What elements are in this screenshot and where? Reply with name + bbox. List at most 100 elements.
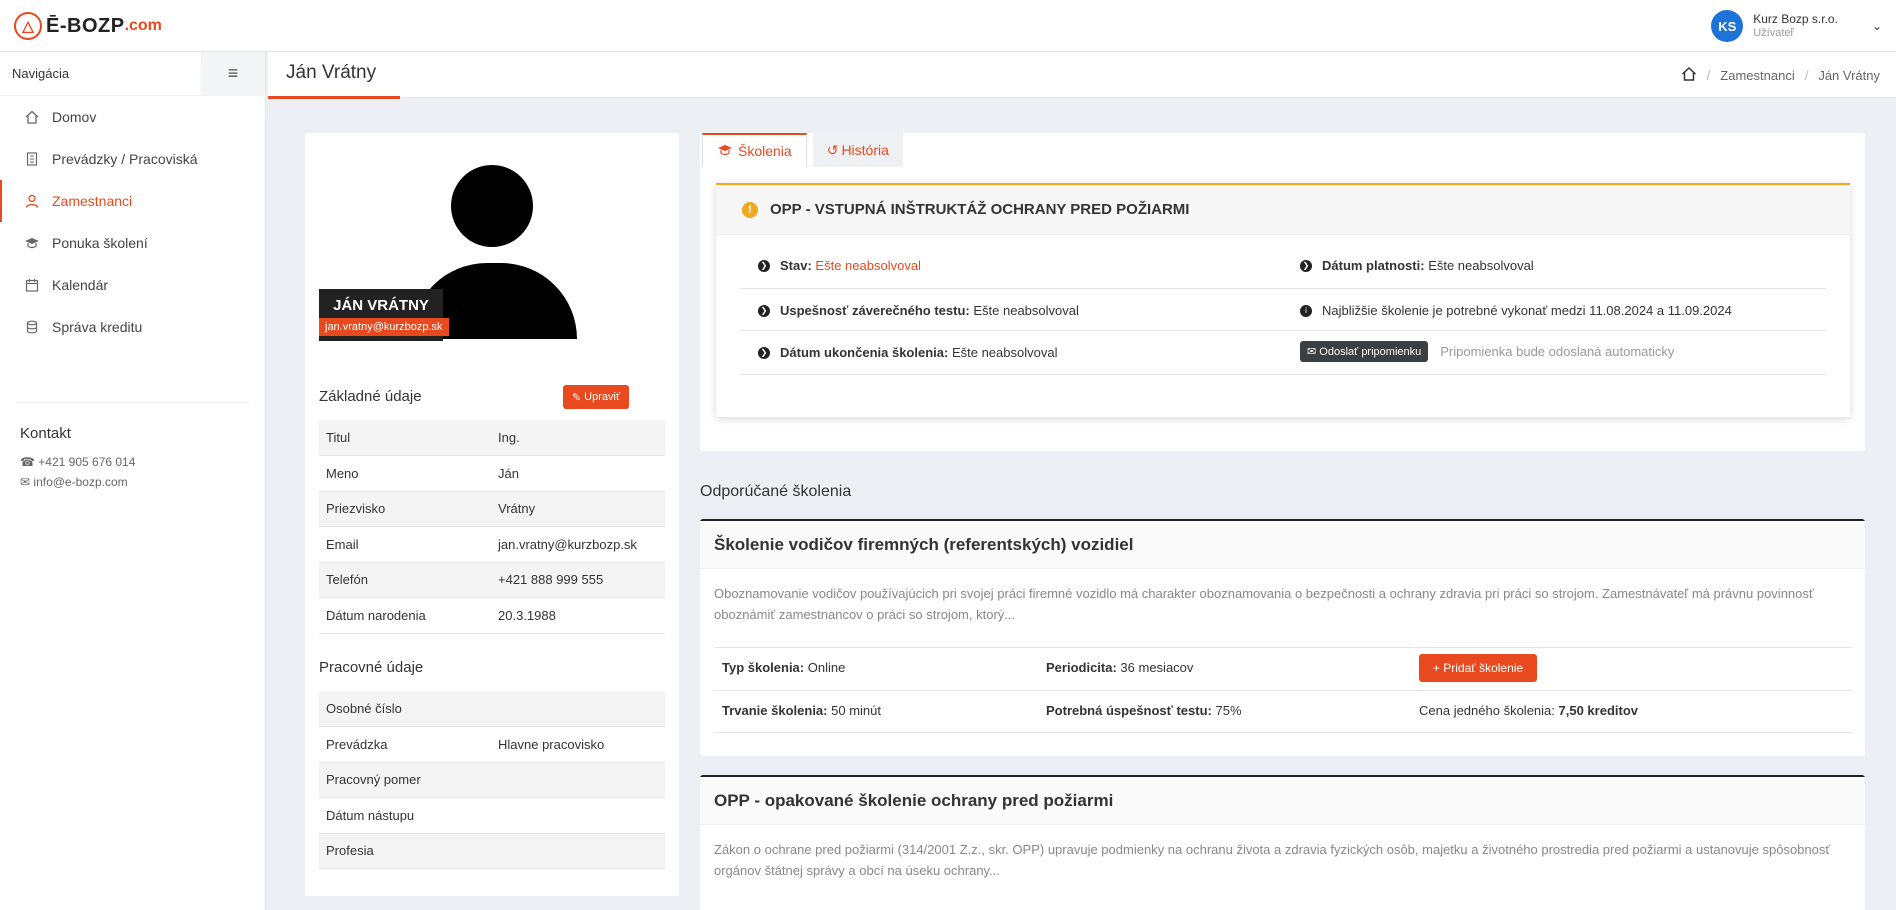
add-training-button[interactable]: + Pridať školenie: [1419, 654, 1537, 682]
field-label: Priezvisko: [319, 491, 491, 527]
work-info-title: Pracovné údaje: [319, 659, 424, 676]
name-badge: JÁN VRÁTNY jan.vratny@kurzbozp.sk: [319, 289, 449, 341]
graduation-cap-icon: [24, 235, 40, 251]
reminder-note: Pripomienka bude odoslaná automaticky: [1440, 344, 1675, 359]
sidebar-item-label: Kalendár: [52, 277, 109, 293]
logo-text: Ē-BOZP: [46, 14, 125, 37]
sidebar-item-kredit[interactable]: Správa kreditu: [0, 306, 265, 348]
chevron-right-icon: ❯: [758, 346, 770, 359]
user-name: Kurz Bozp s.r.o.: [1753, 12, 1838, 26]
field-value: [491, 797, 665, 834]
next-training-info: Najbližšie školenie je potrebné vykonať …: [1322, 303, 1732, 318]
opp-row: ❯ Dátum ukončenia školenia: Ešte neabsol…: [740, 331, 1826, 375]
course-description: Zákon o ochrane pred požiarmi (314/2001 …: [714, 842, 1831, 878]
pass-value: 75%: [1215, 703, 1242, 718]
page-header: Ján Vrátny / Zamestnanci / Ján Vrátny: [268, 52, 1896, 99]
table-row: Email jan.vratny@kurzbozp.sk: [319, 526, 665, 563]
sidebar-title: Navigácia: [12, 66, 70, 81]
pencil-icon: ✎: [571, 391, 582, 404]
sidebar-item-kalendar[interactable]: Kalendár: [0, 264, 265, 306]
field-value: Ján: [491, 455, 665, 492]
type-value: Online: [807, 660, 846, 675]
edit-label: Upraviť: [584, 391, 621, 403]
home-icon[interactable]: [1681, 66, 1697, 85]
basic-info-table: Titul Ing. Meno Ján Priezvisko Vrátny Email…: [319, 420, 665, 634]
field-value: jan.vratny@kurzbozp.sk: [491, 526, 665, 563]
test-label: Uspešnosť záverečného testu:: [780, 303, 970, 318]
period-value: 36 mesiacov: [1120, 660, 1194, 675]
breadcrumb-item: Ján Vrátny: [1818, 68, 1880, 83]
platnost-value: Ešte neabsolvoval: [1428, 258, 1534, 273]
table-row: Priezvisko Vrátny: [319, 491, 665, 527]
envelope-icon: ✉: [20, 475, 31, 489]
tab-label: História: [841, 142, 889, 158]
sidebar: Navigácia ≡ Domov Prevádzky / Pracoviská…: [0, 51, 266, 910]
top-bar: △ Ē-BOZP .com KS Kurz Bozp s.r.o. Užívat…: [0, 0, 1896, 52]
send-reminder-button[interactable]: ✉ Odoslať pripomienku: [1300, 341, 1429, 362]
opp-title: OPP - VSTUPNÁ INŠTRUKTÁŽ OCHRANY PRED PO…: [770, 201, 1190, 218]
user-menu[interactable]: KS Kurz Bozp s.r.o. Užívateľ ⌄: [1711, 10, 1882, 42]
chevron-right-icon: ❯: [1300, 259, 1312, 272]
field-label: Telefón: [319, 562, 491, 598]
recommended-title: Odporúčané školenia: [700, 483, 852, 500]
graduation-cap-icon: [717, 143, 733, 159]
building-icon: [24, 151, 40, 167]
test-value: Ešte neabsolvoval: [973, 303, 1079, 318]
user-role: Užívateľ: [1753, 27, 1794, 39]
sidebar-item-label: Ponuka školení: [52, 235, 148, 251]
reminder-label: Odoslať pripomienku: [1319, 346, 1422, 358]
sidebar-item-domov[interactable]: Domov: [0, 96, 265, 138]
field-value: [491, 762, 665, 798]
field-value: Hlavne pracovisko: [491, 726, 665, 763]
contact-email[interactable]: ✉ info@e-bozp.com: [20, 472, 245, 492]
chevron-right-icon: ❯: [758, 304, 770, 317]
plus-icon: +: [1432, 661, 1440, 675]
table-row: Osobné číslo: [319, 691, 665, 727]
avatar: KS: [1711, 10, 1744, 42]
breadcrumb-item[interactable]: Zamestnanci: [1720, 68, 1794, 83]
tabs: Školenia ↺ História: [702, 133, 903, 167]
menu-toggle-icon[interactable]: ≡: [201, 51, 265, 96]
user-icon: [24, 193, 40, 209]
add-label: Pridať školenie: [1443, 661, 1524, 675]
field-value: 20.3.1988: [491, 597, 665, 634]
stav-value: Ešte neabsolvoval: [815, 258, 921, 273]
profile-card: JÁN VRÁTNY jan.vratny@kurzbozp.sk Základ…: [305, 133, 679, 896]
sidebar-item-prevadzky[interactable]: Prevádzky / Pracoviská: [0, 138, 265, 180]
course-title[interactable]: OPP - opakované školenie ochrany pred po…: [700, 777, 1865, 825]
course-title[interactable]: Školenie vodičov firemných (referentskýc…: [700, 521, 1865, 569]
platnost-label: Dátum platnosti:: [1322, 258, 1425, 273]
field-label: Dátum narodenia: [319, 597, 491, 634]
logo[interactable]: △ Ē-BOZP .com: [14, 12, 162, 40]
field-label: Dátum nástupu: [319, 797, 491, 834]
table-row: Prevádzka Hlavne pracovisko: [319, 726, 665, 763]
field-value: [491, 691, 665, 727]
profile-name: JÁN VRÁTNY: [333, 297, 429, 314]
end-label: Dátum ukončenia školenia:: [780, 345, 949, 360]
contact-phone[interactable]: ☎ +421 905 676 014: [20, 452, 245, 472]
pass-label: Potrebná úspešnosť testu:: [1046, 703, 1212, 718]
sidebar-item-ponuka[interactable]: Ponuka školení: [0, 222, 265, 264]
sidebar-item-zamestnanci[interactable]: Zamestnanci: [0, 180, 265, 222]
trainings-panel: Školenia ↺ História ! OPP - VSTUPNÁ INŠT…: [700, 133, 1865, 451]
price-label: Cena jedného školenia:: [1419, 703, 1555, 718]
phone-text: +421 905 676 014: [38, 455, 136, 469]
sidebar-item-label: Domov: [52, 109, 97, 125]
opp-row: ❯ Uspešnosť záverečného testu: Ešte neab…: [740, 289, 1826, 331]
tab-skolenia[interactable]: Školenia: [702, 133, 807, 167]
detail-row: Typ školenia: Online Periodicita: 36 mes…: [714, 647, 1852, 690]
period-label: Periodicita:: [1046, 660, 1117, 675]
table-row: Dátum narodenia 20.3.1988: [319, 597, 665, 634]
edit-button[interactable]: ✎ Upraviť: [563, 385, 629, 409]
price-value: 7,50 kreditov: [1558, 703, 1639, 718]
envelope-icon: ✉: [1307, 346, 1317, 358]
chevron-down-icon[interactable]: ⌄: [1872, 19, 1882, 33]
tab-historia[interactable]: ↺ História: [812, 133, 903, 167]
type-label: Typ školenia:: [722, 660, 805, 675]
course-description: Oboznamovanie vodičov používajúcich pri …: [714, 586, 1814, 622]
end-value: Ešte neabsolvoval: [951, 345, 1058, 360]
field-label: Prevádzka: [319, 726, 491, 763]
warning-icon: !: [742, 201, 758, 218]
sidebar-item-label: Zamestnanci: [52, 193, 133, 209]
field-value: [491, 833, 665, 869]
